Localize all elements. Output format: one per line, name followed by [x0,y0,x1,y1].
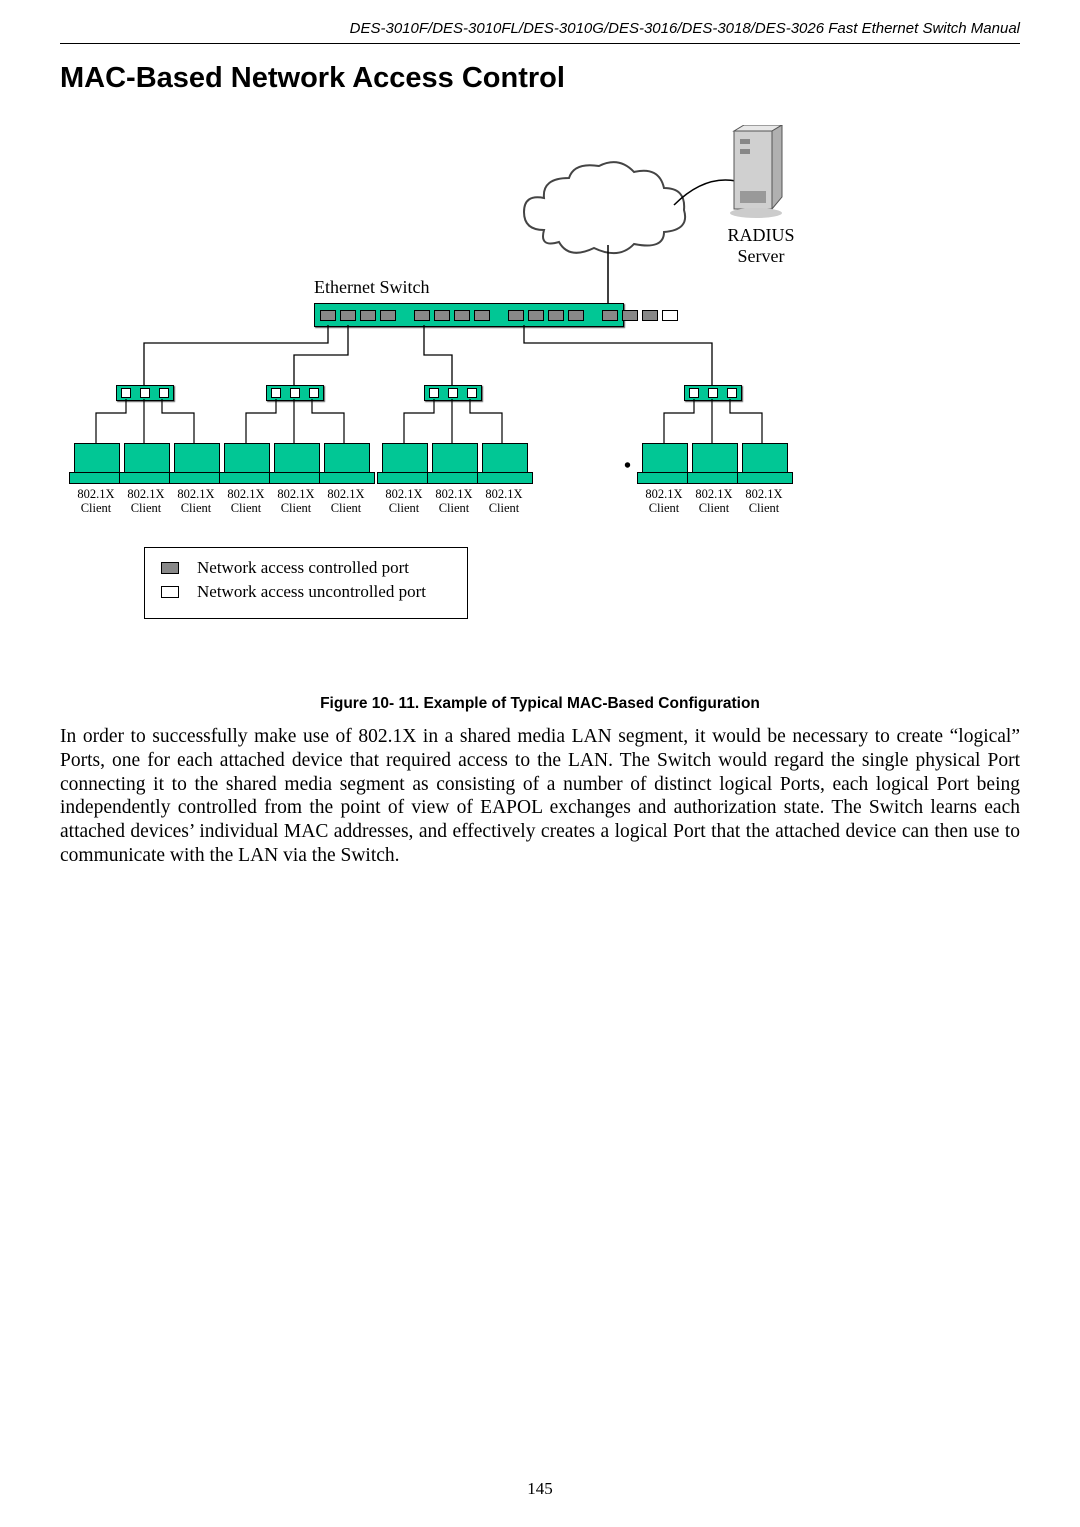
client-label-bottom: Client [427,502,481,516]
client-label-bottom: Client [637,502,691,516]
section-heading: MAC-Based Network Access Control [60,62,1020,95]
client-laptop-icon: 802.1XClient [642,443,693,516]
client-label-bottom: Client [169,502,223,516]
body-paragraph: In order to successfully make use of 802… [60,725,1020,868]
legend-box: Network access controlled port Network a… [144,547,468,619]
legend-controlled-label: Network access controlled port [197,558,409,578]
client-label-top: 802.1X [477,488,531,502]
server-icon [724,125,784,225]
client-label-top: 802.1X [119,488,173,502]
figure-caption: Figure 10- 11. Example of Typical MAC-Ba… [60,695,1020,713]
client-laptop-icon: 802.1XClient [174,443,225,516]
page-header: DES-3010F/DES-3010FL/DES-3010G/DES-3016/… [60,20,1020,44]
client-laptop-icon: 802.1XClient [274,443,325,516]
radius-label: RADIUS Server [716,225,806,267]
client-label-bottom: Client [119,502,173,516]
client-label-bottom: Client [737,502,791,516]
client-label-top: 802.1X [219,488,273,502]
network-diagram: RADIUS Server Ethernet Switch [84,115,954,665]
client-label-top: 802.1X [69,488,123,502]
client-label-top: 802.1X [377,488,431,502]
client-label-top: 802.1X [737,488,791,502]
uncontrolled-port-icon [161,586,179,598]
client-label-top: 802.1X [319,488,373,502]
client-laptop-icon: 802.1XClient [432,443,483,516]
client-label-top: 802.1X [169,488,223,502]
client-laptop-icon: 802.1XClient [124,443,175,516]
client-label-bottom: Client [219,502,273,516]
client-label-top: 802.1X [427,488,481,502]
client-label-top: 802.1X [637,488,691,502]
client-laptop-icon: 802.1XClient [324,443,375,516]
switch-label: Ethernet Switch [314,277,429,298]
controlled-port-icon [161,562,179,574]
client-label-top: 802.1X [269,488,323,502]
client-laptop-icon: 802.1XClient [224,443,275,516]
client-laptop-icon: 802.1XClient [692,443,743,516]
client-laptop-icon: 802.1XClient [74,443,125,516]
client-label-top: 802.1X [687,488,741,502]
client-label-bottom: Client [687,502,741,516]
client-label-bottom: Client [319,502,373,516]
client-laptop-icon: 802.1XClient [482,443,533,516]
page-number: 145 [0,1479,1080,1499]
client-label-bottom: Client [377,502,431,516]
client-label-bottom: Client [269,502,323,516]
legend-uncontrolled-label: Network access uncontrolled port [197,582,426,602]
client-laptop-icon: 802.1XClient [382,443,433,516]
client-laptop-icon: 802.1XClient [742,443,793,516]
client-label-bottom: Client [477,502,531,516]
client-label-bottom: Client [69,502,123,516]
